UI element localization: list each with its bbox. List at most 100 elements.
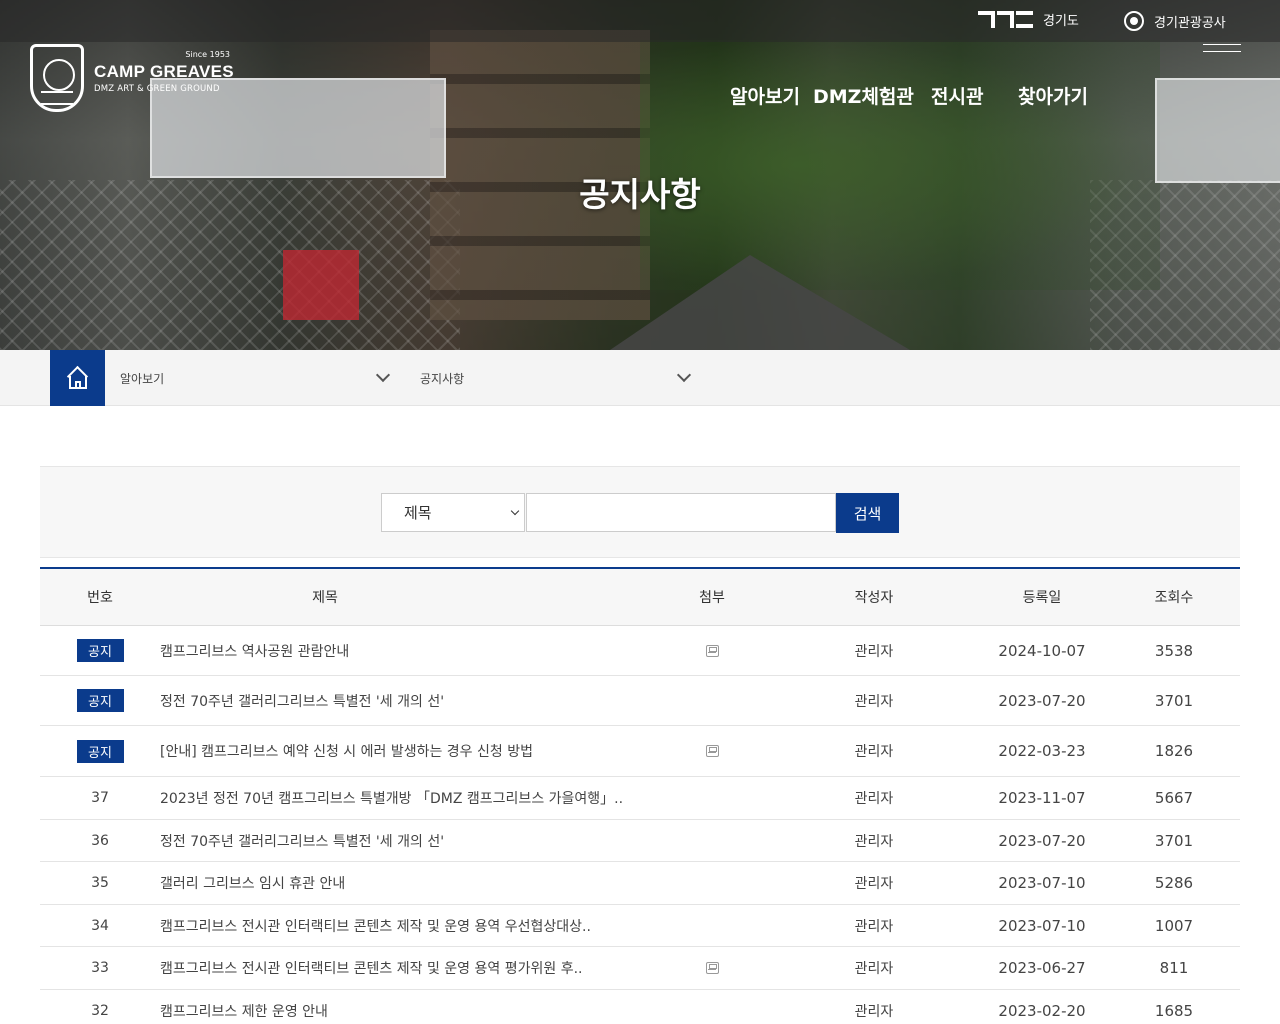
- row-notice-cell: 공지: [40, 626, 160, 675]
- header-no: 번호: [87, 590, 113, 606]
- hero-road-decor: [610, 255, 910, 350]
- breadcrumb-level1-select[interactable]: 알아보기: [120, 350, 395, 406]
- table-body: 공지 캠프그리브스 역사공원 관람안내 관리자 2024-10-07 3538 공지 정전 …: [40, 626, 1240, 1024]
- gyeonggi-link[interactable]: 경기도: [978, 10, 1079, 29]
- search-input[interactable]: [526, 493, 836, 532]
- file-attachment-icon[interactable]: [705, 644, 719, 657]
- row-attach: [690, 990, 734, 1024]
- row-author: 관리자: [854, 1003, 894, 1020]
- row-views: 3538: [1154, 641, 1194, 660]
- gnb-item-exhibition[interactable]: 전시관: [931, 82, 983, 109]
- row-author: 관리자: [854, 918, 894, 935]
- row-notice-cell: 공지: [40, 726, 160, 776]
- gyeonggi-label: 경기도: [1043, 14, 1079, 29]
- camp-greaves-emblem-icon: [30, 44, 84, 112]
- breadcrumb-level1-label: 알아보기: [120, 371, 165, 386]
- row-title-link[interactable]: 갤러리 그리브스 임시 휴관 안내: [160, 862, 690, 904]
- row-views: 5667: [1154, 789, 1194, 807]
- row-attach: [690, 947, 734, 989]
- hero-banner: 경기도 경기관광공사 Since 1953 CAMP GREAVES DMZ A…: [0, 0, 1280, 350]
- row-date: 2023-06-27: [998, 959, 1086, 977]
- hero-red-sign-decor: [283, 250, 359, 320]
- table-row[interactable]: 32 캠프그리브스 제한 운영 안내 관리자 2023-02-20 1685: [40, 990, 1240, 1024]
- row-views: 1685: [1154, 1001, 1194, 1020]
- row-author: 관리자: [854, 791, 894, 807]
- row-date: 2022-03-23: [998, 742, 1086, 760]
- table-row[interactable]: 37 2023년 정전 70년 캠프그리브스 특별개방 「DMZ 캠프그리브스 가…: [40, 777, 1240, 820]
- gnb-item-dmz-experience[interactable]: DMZ체험관: [813, 82, 914, 109]
- search-field-select[interactable]: 제목: [381, 493, 525, 532]
- row-attach: [690, 820, 734, 861]
- logo-name: CAMP GREAVES: [94, 62, 234, 81]
- search-button[interactable]: 검색: [836, 493, 899, 533]
- row-attach: [690, 905, 734, 946]
- row-date: 2024-10-07: [998, 641, 1086, 660]
- row-title-link[interactable]: 캠프그리브스 전시관 인터랙티브 콘텐츠 제작 및 운영 용역 평가위원 후..: [160, 947, 690, 989]
- table-row[interactable]: 공지 캠프그리브스 역사공원 관람안내 관리자 2024-10-07 3538: [40, 626, 1240, 676]
- row-date: 2023-07-10: [998, 916, 1086, 935]
- table-row[interactable]: 36 정전 70주년 갤러리그리브스 특별전 '세 개의 선' 관리자 2023-07…: [40, 820, 1240, 862]
- table-row[interactable]: 공지 정전 70주년 갤러리그리브스 특별전 '세 개의 선' 관리자 2023-07…: [40, 676, 1240, 726]
- gto-label: 경기관광공사: [1154, 15, 1226, 31]
- row-title-link[interactable]: 캠프그리브스 역사공원 관람안내: [160, 626, 690, 675]
- logo-subtitle: DMZ ART & GREEN GROUND: [94, 84, 220, 94]
- row-title-link[interactable]: 캠프그리브스 전시관 인터랙티브 콘텐츠 제작 및 운영 용역 우선협상대상..: [160, 905, 690, 946]
- row-number: 33: [91, 960, 109, 976]
- row-author: 관리자: [854, 744, 894, 760]
- row-number: 37: [91, 790, 109, 806]
- header-title: 제목: [312, 590, 338, 606]
- row-author: 관리자: [854, 833, 894, 850]
- row-number: 35: [91, 875, 109, 891]
- chevron-down-icon: [510, 506, 520, 516]
- breadcrumb: 알아보기 공지사항: [0, 350, 1280, 406]
- table-header: 번호 제목 첨부 작성자 등록일 조회수: [40, 567, 1240, 626]
- file-attachment-icon[interactable]: [705, 962, 719, 974]
- row-views: 5286: [1154, 874, 1194, 892]
- table-row[interactable]: 33 캠프그리브스 전시관 인터랙티브 콘텐츠 제작 및 운영 용역 평가위원 후…: [40, 947, 1240, 990]
- home-icon: [66, 365, 90, 389]
- row-attach: [690, 777, 734, 819]
- hero-trees-decor: [640, 40, 1160, 290]
- table-row[interactable]: 34 캠프그리브스 전시관 인터랙티브 콘텐츠 제작 및 운영 용역 우선협상대상…: [40, 905, 1240, 947]
- file-attachment-icon[interactable]: [705, 745, 719, 757]
- header-author: 작성자: [854, 590, 894, 606]
- gto-logo-icon: [1124, 11, 1144, 31]
- search-field-selected: 제목: [404, 504, 432, 522]
- gnb-item-about[interactable]: 알아보기: [730, 82, 800, 109]
- row-title-link[interactable]: 2023년 정전 70년 캠프그리브스 특별개방 「DMZ 캠프그리브스 가을여…: [160, 777, 690, 819]
- row-date: 2023-02-20: [998, 1001, 1086, 1020]
- gyeonggi-logo-icon: [978, 11, 1033, 28]
- row-title-link[interactable]: 정전 70주년 갤러리그리브스 특별전 '세 개의 선': [160, 676, 690, 725]
- notice-badge: 공지: [76, 689, 124, 712]
- chevron-down-icon: [676, 367, 692, 383]
- row-notice-cell: 공지: [40, 676, 160, 725]
- row-views: 3701: [1154, 691, 1194, 710]
- table-row[interactable]: 35 갤러리 그리브스 임시 휴관 안내 관리자 2023-07-10 5286: [40, 862, 1240, 905]
- header-views: 조회수: [1154, 590, 1194, 606]
- row-title-link[interactable]: 정전 70주년 갤러리그리브스 특별전 '세 개의 선': [160, 820, 690, 861]
- breadcrumb-level2-select[interactable]: 공지사항: [420, 350, 695, 406]
- row-attach: [690, 626, 734, 675]
- notice-board: 번호 제목 첨부 작성자 등록일 조회수 공지 캠프그리브스 역사공원 관람안내관…: [40, 567, 1240, 1024]
- notice-badge: 공지: [76, 639, 124, 662]
- search-panel: 제목 검색: [40, 466, 1240, 558]
- row-views: 1826: [1154, 742, 1194, 760]
- top-utility-bar: [0, 0, 1280, 42]
- gto-link[interactable]: 경기관광공사: [1124, 11, 1226, 31]
- row-date: 2023-11-07: [998, 789, 1086, 807]
- menu-hamburger-icon[interactable]: [1203, 44, 1241, 58]
- row-number: 32: [91, 1002, 109, 1019]
- header-date: 등록일: [1022, 590, 1062, 606]
- row-title-link[interactable]: 캠프그리브스 제한 운영 안내: [160, 990, 690, 1024]
- row-date: 2023-07-20: [998, 691, 1086, 710]
- page-title: 공지사항: [579, 175, 701, 214]
- chevron-down-icon: [375, 367, 391, 383]
- home-button[interactable]: [50, 350, 105, 406]
- row-author: 관리자: [854, 693, 894, 710]
- row-title-link[interactable]: [안내] 캠프그리브스 예약 신청 시 에러 발생하는 경우 신청 방법: [160, 726, 690, 776]
- site-logo[interactable]: Since 1953 CAMP GREAVES DMZ ART & GREEN …: [30, 44, 234, 112]
- table-row[interactable]: 공지 [안내] 캠프그리브스 예약 신청 시 에러 발생하는 경우 신청 방법 관리…: [40, 726, 1240, 777]
- row-number: 36: [91, 832, 109, 849]
- row-author: 관리자: [854, 876, 894, 892]
- gnb-item-directions[interactable]: 찾아가기: [1018, 82, 1088, 109]
